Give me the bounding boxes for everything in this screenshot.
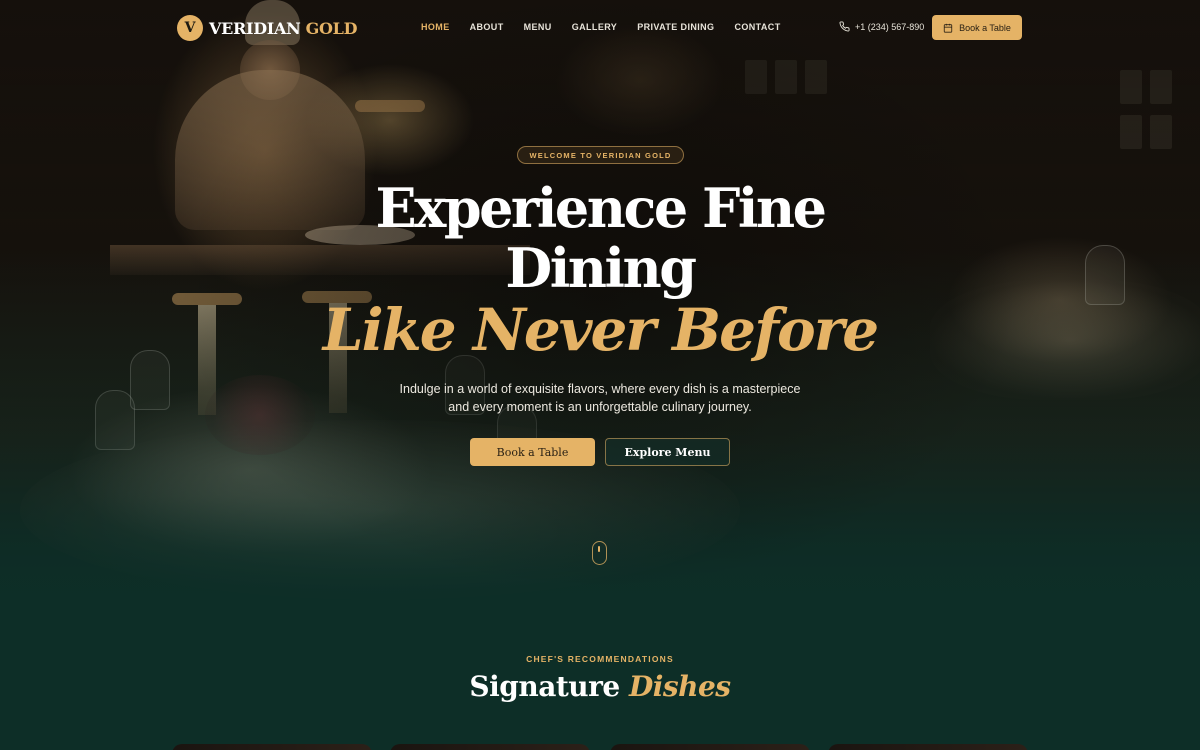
dish-card[interactable] — [610, 744, 810, 750]
nav-link-menu[interactable]: MENU — [524, 22, 552, 32]
nav-link-private-dining[interactable]: PRIVATE DINING — [637, 22, 714, 32]
headline-line-1: Experience Fine — [375, 176, 827, 240]
nav-link-home[interactable]: HOME — [421, 22, 450, 32]
section-title-part1: Signature — [469, 670, 620, 703]
phone-icon — [839, 21, 850, 32]
nav-book-table-button[interactable]: Book a Table — [932, 15, 1022, 40]
nav-book-table-label: Book a Table — [959, 22, 1011, 33]
headline-line-3: Like Never Before — [322, 296, 879, 364]
hero-subtext: Indulge in a world of exquisite flavors,… — [360, 380, 840, 416]
hero-book-table-button[interactable]: Book a Table — [470, 438, 595, 466]
brand-logo[interactable]: V VERIDIAN GOLD — [177, 15, 358, 41]
section-title-part2: Dishes — [628, 670, 731, 703]
headline-line-2: Dining — [505, 236, 697, 300]
hero-subtext-line-2: and every moment is an unforgettable cul… — [448, 400, 752, 414]
dish-card[interactable] — [828, 744, 1028, 750]
nav-link-contact[interactable]: CONTACT — [734, 22, 780, 32]
phone-number: +1 (234) 567-890 — [855, 21, 925, 32]
logo-text: VERIDIAN GOLD — [209, 18, 358, 38]
logo-text-part1: VERIDIAN — [209, 18, 301, 38]
hero-subtext-line-1: Indulge in a world of exquisite flavors,… — [399, 382, 801, 396]
hero-headline: Experience Fine Dining Like Never Before — [300, 178, 900, 362]
logo-text-part2: GOLD — [305, 18, 358, 38]
nav-link-about[interactable]: ABOUT — [470, 22, 504, 32]
top-navigation: V VERIDIAN GOLD HOME ABOUT MENU GALLERY … — [0, 0, 1200, 55]
dish-card[interactable] — [390, 744, 590, 750]
logo-badge: V — [177, 15, 203, 41]
nav-link-gallery[interactable]: GALLERY — [572, 22, 617, 32]
hero-eyebrow-badge: WELCOME TO VERIDIAN GOLD — [517, 146, 684, 164]
dish-card[interactable] — [172, 744, 372, 750]
hero-explore-menu-button[interactable]: Explore Menu — [605, 438, 730, 466]
scroll-wheel-dot — [598, 546, 600, 552]
calendar-icon — [943, 23, 953, 33]
nav-links: HOME ABOUT MENU GALLERY PRIVATE DINING C… — [421, 22, 781, 32]
section-eyebrow: CHEF'S RECOMMENDATIONS — [526, 654, 674, 664]
phone-link[interactable]: +1 (234) 567-890 — [839, 21, 924, 32]
section-title: Signature Dishes — [350, 670, 850, 703]
mouse-scroll-icon[interactable] — [592, 541, 607, 565]
